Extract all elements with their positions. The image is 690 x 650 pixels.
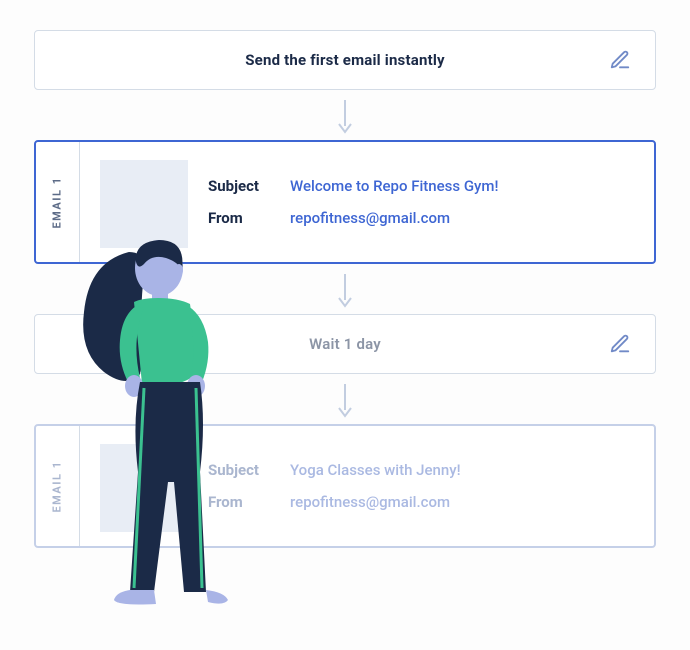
step-wait-label: Wait 1 day [59,335,631,353]
step-send-first[interactable]: Send the first email instantly [34,30,656,90]
from-label: From [208,209,272,227]
edit-icon[interactable] [609,49,631,71]
arrow-connector [34,90,656,140]
subject-label: Subject [208,177,272,195]
email-thumbnail [100,444,188,532]
email-side-text: EMAIL 1 [51,460,64,512]
email-side-label: EMAIL 1 [36,426,80,546]
subject-value: Yoga Classes with Jenny! [290,461,461,479]
email-thumbnail [100,160,188,248]
step-wait[interactable]: Wait 1 day [34,314,656,374]
email-card-1[interactable]: EMAIL 1 Subject Welcome to Repo Fitness … [34,140,656,264]
email-side-label: EMAIL 1 [36,142,80,262]
arrow-connector [34,264,656,314]
from-value: repofitness@gmail.com [290,493,450,511]
email-card-2[interactable]: EMAIL 1 Subject Yoga Classes with Jenny!… [34,424,656,548]
subject-label: Subject [208,461,272,479]
arrow-connector [34,374,656,424]
subject-value: Welcome to Repo Fitness Gym! [290,177,498,195]
from-label: From [208,493,272,511]
edit-icon[interactable] [609,333,631,355]
from-value: repofitness@gmail.com [290,209,450,227]
step-send-first-label: Send the first email instantly [59,51,631,69]
email-side-text: EMAIL 1 [51,176,64,228]
